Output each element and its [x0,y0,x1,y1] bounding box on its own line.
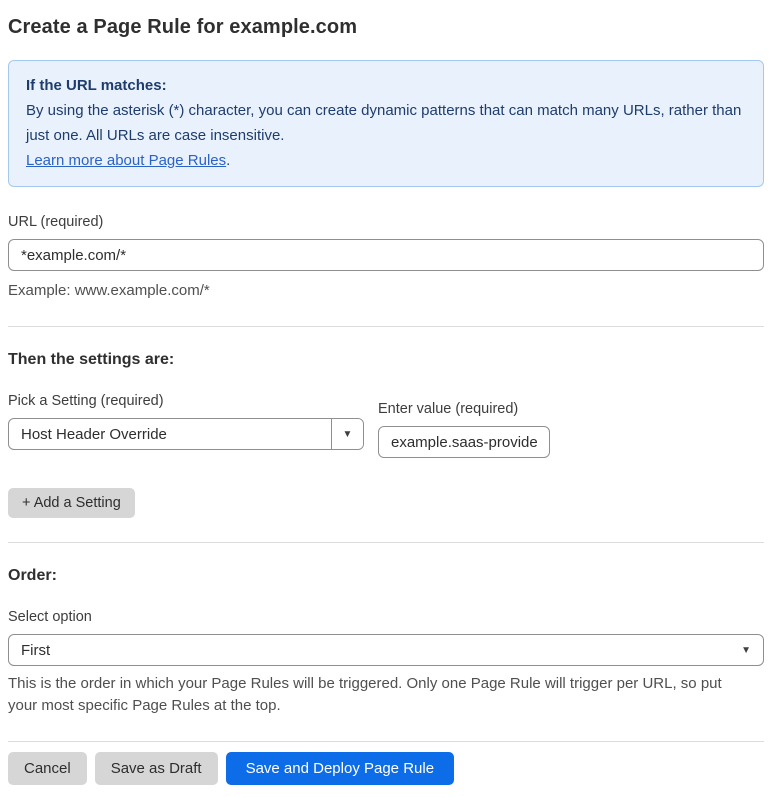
footer-actions: Cancel Save as Draft Save and Deploy Pag… [8,752,764,785]
setting-picker-dropdown-button[interactable]: ▼ [331,419,363,449]
order-selected-option: First [21,641,51,659]
setting-picker-dropdown[interactable]: Host Header Override ▼ [8,418,364,450]
setting-value-input[interactable] [378,426,550,458]
url-example-text: Example: www.example.com/* [8,282,210,299]
info-box-link-line: Learn more about Page Rules. [26,148,746,173]
cancel-button[interactable]: Cancel [8,752,87,785]
info-box-heading: If the URL matches: [26,77,167,94]
setting-picker-selected-value: Host Header Override [21,425,167,443]
order-section-heading: Order: [8,567,57,584]
order-select-label: Select option [8,609,92,625]
setting-picker-label: Pick a Setting (required) [8,393,164,409]
chevron-down-icon: ▼ [342,428,353,440]
add-setting-button[interactable]: + Add a Setting [8,488,135,518]
setting-picker-column: Pick a Setting (required) Host Header Ov… [8,393,364,450]
info-box-body: By using the asterisk (*) character, you… [26,102,742,144]
page-title: Create a Page Rule for example.com [8,16,358,38]
url-match-info-box: If the URL matches: By using the asteris… [8,60,764,187]
setting-row: Pick a Setting (required) Host Header Ov… [8,393,764,458]
url-field-label: URL (required) [8,214,104,230]
divider [8,326,764,327]
create-page-rule-form: Create a Page Rule for example.com If th… [0,0,772,797]
link-period: . [226,152,231,169]
order-help-text: This is the order in which your Page Rul… [8,675,722,714]
divider [8,741,764,742]
chevron-down-icon: ▼ [741,644,751,656]
learn-more-link[interactable]: Learn more about Page Rules [26,152,226,169]
save-as-draft-button[interactable]: Save as Draft [94,752,218,785]
setting-value-label: Enter value (required) [378,401,519,417]
order-select-group: Select option First ▼ This is the order … [8,609,764,717]
divider [8,542,764,543]
setting-value-column: Enter value (required) [378,393,550,458]
settings-section-heading: Then the settings are: [8,351,175,368]
save-and-deploy-button[interactable]: Save and Deploy Page Rule [225,752,455,785]
add-setting-row: + Add a Setting [8,488,764,518]
url-input[interactable] [8,239,764,271]
order-select[interactable]: First ▼ [8,634,764,666]
